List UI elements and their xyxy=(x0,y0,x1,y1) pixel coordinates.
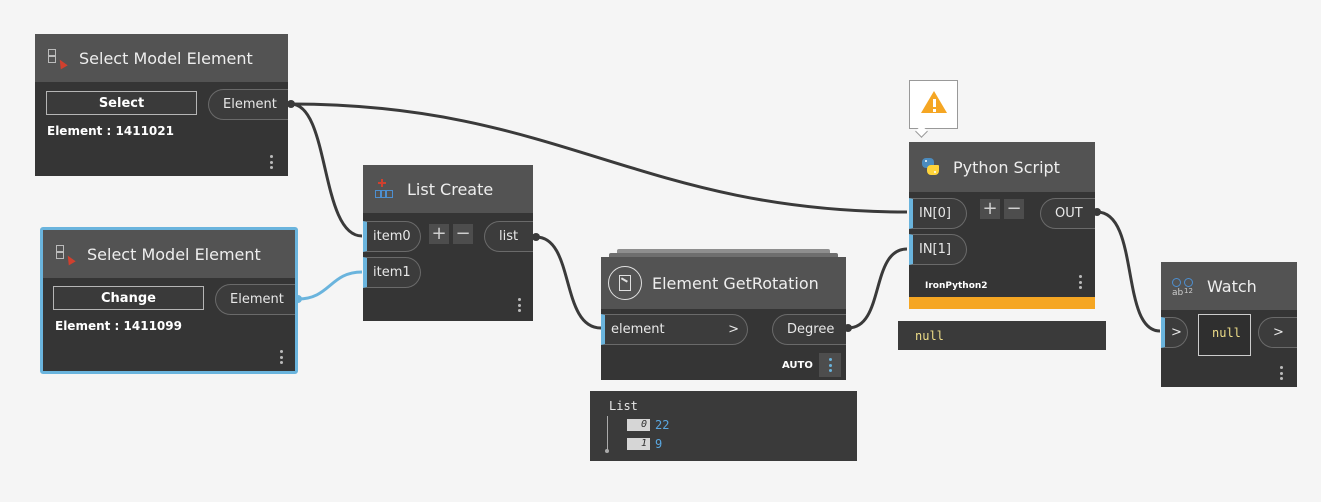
list-tree-line xyxy=(607,416,608,450)
wire-element1-to-item0[interactable] xyxy=(290,102,363,238)
node-header[interactable]: Element GetRotation xyxy=(601,257,846,309)
node-menu-button[interactable] xyxy=(819,353,841,377)
lacing-label[interactable]: AUTO xyxy=(782,360,813,371)
warning-state-bar xyxy=(909,297,1095,309)
input-port-watch[interactable]: > xyxy=(1161,317,1188,348)
select-model-element-node-2[interactable]: Select Model Element Change Element Elem… xyxy=(40,227,298,374)
output-port-list[interactable]: list xyxy=(484,221,533,252)
list-index: 1 xyxy=(627,438,650,450)
node-title: Select Model Element xyxy=(87,244,261,264)
list-item: 0 22 xyxy=(627,418,669,432)
element-get-rotation-icon xyxy=(608,266,642,300)
python-icon xyxy=(919,156,941,178)
remove-input-button[interactable]: − xyxy=(453,224,473,244)
wire-list-to-element[interactable] xyxy=(535,235,602,330)
warning-exclamation xyxy=(933,99,936,107)
node-menu-icon[interactable] xyxy=(1279,366,1283,380)
node-title: Python Script xyxy=(953,157,1060,177)
output-port-degree[interactable]: Degree xyxy=(772,314,846,345)
select-model-element-icon xyxy=(45,47,68,70)
watch-value: null xyxy=(1212,326,1241,340)
list-value: 22 xyxy=(655,418,670,432)
select-model-element-icon xyxy=(53,243,76,266)
output-port-out[interactable]: OUT xyxy=(1040,198,1095,229)
node-title: List Create xyxy=(407,179,494,199)
input-port-element[interactable]: element > xyxy=(601,314,748,345)
wire-element2-to-item1[interactable] xyxy=(297,270,363,301)
list-create-icon xyxy=(373,178,395,200)
wire-degree-to-in1[interactable] xyxy=(847,247,908,330)
output-port-element[interactable]: Element xyxy=(208,89,288,120)
node-title: Select Model Element xyxy=(79,48,253,68)
input-port-in1[interactable]: IN[1] xyxy=(909,234,967,265)
node-header[interactable]: ab 12 Watch xyxy=(1161,262,1297,310)
watch-icon: ab 12 xyxy=(1171,275,1195,298)
element-id-label: Element : 1411021 xyxy=(47,124,174,138)
watch-node[interactable]: ab 12 Watch > null > xyxy=(1161,262,1297,387)
element-get-rotation-node[interactable]: Element GetRotation element > Degree AUT… xyxy=(601,257,846,380)
node-header[interactable]: Python Script xyxy=(909,142,1095,192)
list-index: 0 xyxy=(627,419,650,431)
change-button[interactable]: Change xyxy=(53,286,204,310)
watch-value-box: null xyxy=(1198,314,1251,356)
list-create-node[interactable]: List Create item0 + − list item1 xyxy=(363,165,533,321)
list-tree-end xyxy=(605,449,609,453)
input-port-item1[interactable]: item1 xyxy=(363,257,421,288)
wire-out-to-watch[interactable] xyxy=(1096,210,1161,333)
port-arrow: > xyxy=(728,322,739,337)
output-port-watch[interactable]: > xyxy=(1258,317,1297,348)
select-model-element-node-1[interactable]: Select Model Element Select Element Elem… xyxy=(35,34,288,176)
remove-input-button[interactable]: − xyxy=(1004,199,1024,219)
element-id-label: Element : 1411099 xyxy=(55,319,182,333)
port-label: element xyxy=(611,322,665,337)
node-title: Watch xyxy=(1207,276,1257,296)
node-menu-icon[interactable] xyxy=(517,298,521,312)
list-item: 1 9 xyxy=(627,437,662,451)
node-header[interactable]: Select Model Element xyxy=(43,230,295,278)
add-input-button[interactable]: + xyxy=(980,199,1000,219)
preview-value: null xyxy=(915,329,944,343)
node-title: Element GetRotation xyxy=(652,273,819,293)
node-header[interactable]: Select Model Element xyxy=(35,34,288,82)
add-input-button[interactable]: + xyxy=(429,224,449,244)
node-menu-icon[interactable] xyxy=(828,358,832,372)
python-engine-label: IronPython2 xyxy=(925,281,988,291)
output-port-element[interactable]: Element xyxy=(215,284,295,315)
list-header: List xyxy=(609,399,638,413)
node-menu-icon[interactable] xyxy=(269,155,273,169)
python-preview-bubble[interactable]: null xyxy=(898,321,1106,350)
input-port-in0[interactable]: IN[0] xyxy=(909,198,967,229)
input-port-item0[interactable]: item0 xyxy=(363,221,421,252)
python-script-node[interactable]: Python Script IN[0] + − OUT IN[1] IronPy… xyxy=(909,142,1095,309)
warning-bubble[interactable] xyxy=(909,80,958,129)
node-menu-icon[interactable] xyxy=(279,350,283,364)
node-menu-icon[interactable] xyxy=(1078,275,1082,289)
list-value: 9 xyxy=(655,437,663,451)
select-button[interactable]: Select xyxy=(46,91,197,115)
node-header[interactable]: List Create xyxy=(363,165,533,213)
warning-exclamation-dot xyxy=(933,109,936,112)
rotation-preview-bubble[interactable]: List 0 22 1 9 xyxy=(590,391,857,461)
